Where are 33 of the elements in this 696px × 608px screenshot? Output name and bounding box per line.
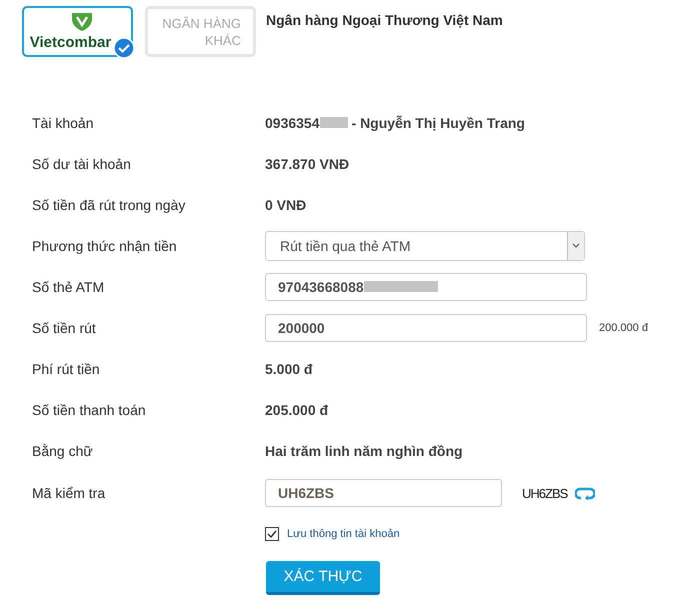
field-label: Số tiền thanh toán bbox=[32, 402, 147, 418]
bank-logo-text: Vietcombar bbox=[30, 34, 112, 51]
field-label: Số thẻ ATM bbox=[32, 278, 106, 294]
field-label: Phí rút tiền bbox=[32, 360, 101, 376]
input-field[interactable]: 200000 bbox=[265, 314, 587, 342]
field-label: Tài khoản bbox=[32, 114, 94, 130]
value-text: 367.870 VNĐ bbox=[265, 156, 350, 172]
caret-icon bbox=[567, 232, 584, 260]
field-label: Mã kiểm tra bbox=[32, 485, 106, 501]
field-label: Phương thức nhận tiền bbox=[32, 238, 178, 254]
bank-name: Ngân hàng Ngoại Thương Việt Nam bbox=[266, 12, 503, 30]
value-text: Hai trăm linh năm nghìn đồng bbox=[265, 442, 463, 458]
check-badge-icon bbox=[113, 37, 135, 59]
field-label: Bằng chữ bbox=[32, 442, 94, 458]
method-select[interactable]: Rút tiền qua thẻ ATM bbox=[265, 230, 585, 260]
amount-note: 200.000 đ bbox=[599, 322, 648, 334]
refresh-icon[interactable] bbox=[575, 486, 596, 500]
remember-label[interactable]: Lưu thông tin tài khoản bbox=[287, 528, 400, 540]
remember-checkbox[interactable] bbox=[265, 527, 279, 541]
other-bank-label: NGÂN HÀNG KHÁC bbox=[162, 14, 241, 48]
captcha-field[interactable]: UH6ZBS bbox=[265, 479, 502, 507]
value-text: 205.000 đ bbox=[265, 402, 328, 418]
captcha-image: UH6ZBS bbox=[522, 486, 568, 500]
shield-icon bbox=[70, 12, 92, 32]
value-text: 0936354 bbox=[265, 114, 320, 130]
account-holder: - Nguyễn Thị Huyền Trang bbox=[352, 114, 525, 130]
field-label: Số tiền rút bbox=[32, 320, 97, 336]
bank-logo-tab[interactable]: Vietcombar bbox=[22, 6, 133, 57]
value-text: 5.000 đ bbox=[265, 360, 312, 376]
field-label: Số dư tài khoản bbox=[32, 156, 132, 172]
value-text: 0 VNĐ bbox=[265, 196, 306, 212]
input-field[interactable]: 97043668088 bbox=[265, 272, 587, 300]
field-label: Số tiền đã rút trong ngày bbox=[32, 196, 186, 212]
